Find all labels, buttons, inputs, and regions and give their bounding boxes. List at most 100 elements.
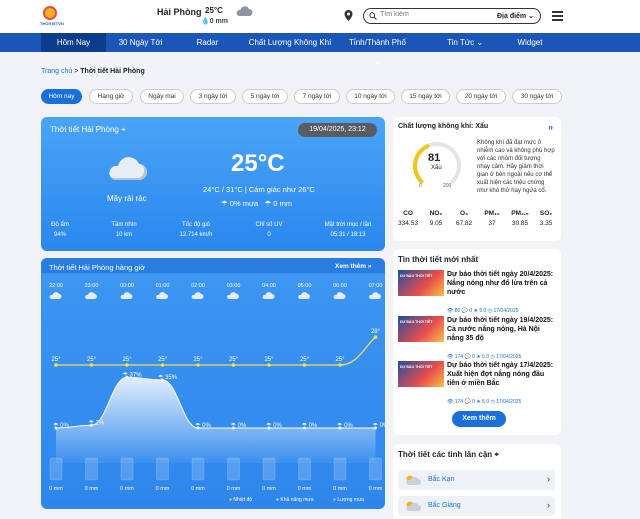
umbrella-icon: ☂ [264,199,272,208]
rain-amount-label: 0 mm [120,486,134,492]
rain-chance-label: ☂ 0% [53,422,69,429]
umbrella-icon: ☂ [221,199,228,208]
tab-5-days[interactable]: 5 ngày tới [242,89,288,104]
temperature-point [125,363,129,367]
hour-cloud-icon [120,292,133,299]
aqi-min: 0 [419,183,422,189]
nav-widget[interactable]: Widget [510,33,550,52]
news-thumbnail[interactable]: DỰ BÁO THỜI TIẾT [398,361,444,387]
temperature-point [338,363,342,367]
site-logo[interactable]: THOITIETVN [40,6,64,28]
location-pin-icon[interactable] [344,10,353,23]
top-header: THOITIETVN Hải Phòng 25°C 💧0 mm Địa điểm… [0,0,640,33]
rain-amount-bar [227,457,240,481]
temperature-point [231,363,236,367]
sun-cloud-icon [404,501,422,514]
hour-time-label: 04:00 [262,283,276,289]
tab-15-days[interactable]: 15 ngày tới [401,89,450,104]
rain-chance-label: ☂ 0% [373,422,385,429]
news-item[interactable]: DỰ BÁO THỜI TIẾT Dự báo thời tiết ngày 1… [398,316,553,360]
rain-chance-label: ☂ 0% [195,422,211,429]
rain-amount-label: 0 mm [333,486,347,492]
temperature-label: 28° [371,329,381,335]
current-temp: 25°C [231,150,285,177]
location-dropdown[interactable]: Địa điểm ⌄ [497,12,534,20]
tab-tomorrow[interactable]: Ngày mai [140,89,184,104]
tab-today[interactable]: Hôm nay [41,89,82,104]
aqi-description: Không khí đã đạt mức ô nhiễm cao và khôn… [477,140,555,194]
stat-visibility: Tầm nhìn 10 km [111,222,137,238]
hour-cloud-icon [227,292,239,299]
news-thumbnail[interactable]: DỰ BÁO THỜI TIẾT [398,270,444,296]
temperature-label: 25° [264,357,274,363]
news-headline[interactable]: Dự báo thời tiết ngày 17/4/2025: Xuất hi… [447,361,555,388]
news-title: Tin thời tiết mới nhất [398,255,479,264]
tab-10-days[interactable]: 10 ngày tới [346,89,395,104]
news-thumbnail[interactable]: DỰ BÁO THỜI TIẾT [398,316,444,342]
chevron-down-icon: ⌄ [476,38,484,47]
current-stats: Độ ẩm 94% Tầm nhìn 10 km Tốc độ gió 12.714 … [41,222,385,246]
rain-amount-bar [333,457,347,481]
hour-cloud-icon [156,292,168,299]
rain-amount-label: 0 mm [298,486,312,492]
news-item[interactable]: DỰ BÁO THỜI TIẾT Dự báo thời tiết ngày 1… [398,361,553,405]
tab-3-days[interactable]: 3 ngày tới [190,89,236,104]
news-more-button[interactable]: Xem thêm [452,411,506,427]
hour-cloud-icon [49,292,62,299]
nav-air-quality[interactable]: Chất Lượng Không Khí [240,33,340,52]
temperature-point [373,335,378,339]
search-icon[interactable] [369,12,377,22]
hour-time-label: 03:00 [227,283,241,289]
nav-news[interactable]: Tin Tức ⌄ [440,33,490,52]
search-input[interactable] [380,11,480,18]
rain-chance-label: ☂ 37% [122,371,142,378]
nearby-item-bac-giang[interactable]: Bắc Giang › [398,496,555,516]
hour-time-label: 01:00 [156,283,170,289]
tab-hourly[interactable]: Hàng giờ [89,89,133,104]
tab-7-days[interactable]: 7 ngày tới [294,89,340,104]
tab-20-days[interactable]: 20 ngày tới [456,89,506,104]
hour-cloud-icon [298,292,310,299]
legend-temp: ● Nhiệt độ [229,497,253,503]
pollutant-co: CO 334.53 [398,210,418,227]
news-headline[interactable]: Dự báo thời tiết ngày 19/4/2025: Cả nước… [447,316,555,343]
tab-30-days[interactable]: 30 ngày tới [512,89,562,104]
news-meta: 👁 174 💬 0 ★ 5.0 ◷ 17/04/2025 [447,354,522,360]
stat-uv: Chỉ số UV 0 [255,222,283,238]
rain-amount-bar [49,457,63,481]
hour-time-label: 05:00 [298,283,312,289]
news-item[interactable]: DỰ BÁO THỜI TIẾT Dự báo thời tiết ngày 2… [398,270,553,314]
temperature-label: 25° [122,357,132,363]
rain-amount-bar [85,457,98,481]
news-meta: 👁 174 💬 0 ★ 5.0 ◷ 17/04/2025 [447,399,522,405]
stat-sun: Mặt trời mọc / lặn 05:31 / 18:13 [324,222,372,238]
temperature-label: 25° [158,357,168,363]
news-meta: 👁 80 💬 0 ★ 5.0 ◷ 17/04/2025 [447,308,519,314]
chevron-down-icon: ⌄ [374,57,381,66]
nav-today[interactable]: Hôm Nay [41,33,106,52]
nearby-title: Thời tiết các tỉnh lân cận ⌖ [398,450,499,459]
current-datetime: 19/04/2025, 23:12 [298,123,377,137]
rain-amount-bar [262,457,276,481]
nav-provinces[interactable]: Tỉnh/Thành Phố ⌄ [345,33,410,66]
location-pin-icon: ⌖ [494,450,499,459]
menu-icon[interactable] [552,11,563,23]
nav-30-days[interactable]: 30 Ngày Tới [108,33,173,52]
double-chevron-icon[interactable]: » [548,122,553,132]
breadcrumb-home[interactable]: Trang chủ [41,68,72,75]
nav-radar[interactable]: Radar [180,33,235,52]
search-box: Địa điểm ⌄ [363,8,541,24]
chevron-down-icon: ⌄ [528,13,534,20]
rain-amount-bar [120,457,134,481]
news-headline[interactable]: Dự báo thời tiết ngày 20/4/2025: Nắng nó… [447,270,555,297]
breadcrumb-current: Thời tiết Hải Phòng [80,68,145,75]
aqi-title: Chất lượng không khí: Xấu [398,123,489,130]
stat-humidity: Độ ẩm 94% [51,222,69,238]
chevron-right-icon: › [547,474,550,484]
header-city: Hải Phòng [157,7,202,17]
temperature-label: 25° [193,357,203,363]
stat-wind: Tốc độ gió 12.714 km/h [179,222,213,238]
current-condition: Mây rải rác [107,194,147,203]
temperature-point [302,363,307,367]
nearby-item-bac-kan[interactable]: Bắc Kạn › [398,470,555,490]
